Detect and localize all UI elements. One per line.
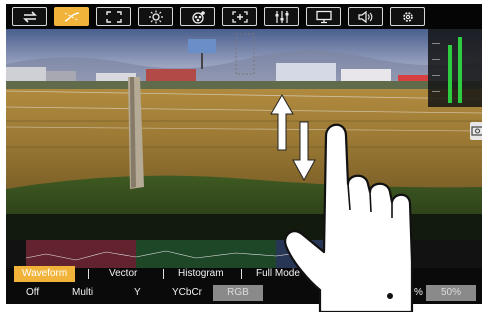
color-palette-button[interactable] [180, 7, 215, 26]
swap-arrows-icon [22, 10, 37, 23]
gear-button[interactable] [390, 7, 425, 26]
waveform-tab[interactable]: Waveform [14, 266, 76, 282]
off-option[interactable]: Off [26, 285, 39, 301]
brightness-icon [148, 10, 163, 23]
ycbcr-option[interactable]: YCbCr [172, 285, 202, 301]
up-down-arrow-icon [270, 94, 316, 182]
sliders-icon [275, 10, 288, 23]
focus-plus-icon [231, 10, 248, 23]
camera-capture-button[interactable] [470, 122, 482, 140]
swap-arrows-button[interactable] [12, 7, 47, 26]
gear-icon [402, 11, 413, 22]
vector-tab[interactable]: Vector [109, 266, 137, 282]
expand-button[interactable] [96, 7, 131, 26]
monitor-button[interactable] [306, 7, 341, 26]
sliders-button[interactable] [264, 7, 299, 26]
divider [241, 269, 242, 279]
top-toolbar [6, 4, 482, 29]
y-option[interactable]: Y [134, 285, 141, 301]
speaker-icon [357, 10, 372, 23]
swipe-gesture-hand-icon [270, 94, 414, 312]
focus-plus-button[interactable] [222, 7, 257, 26]
rgb-option[interactable]: RGB [213, 285, 263, 301]
speaker-button[interactable] [348, 7, 383, 26]
divider [163, 269, 164, 279]
multi-option[interactable]: Multi [72, 285, 93, 301]
audio-level-meter [428, 29, 482, 107]
brightness-button[interactable] [138, 7, 173, 26]
camera-icon [471, 126, 482, 136]
color-palette-icon [191, 10, 205, 24]
divider [88, 269, 89, 279]
monitor-icon [315, 10, 332, 23]
level-value-box[interactable]: 50% [426, 285, 476, 301]
expand-icon [105, 10, 122, 23]
histogram-tab[interactable]: Histogram [178, 266, 224, 282]
curve-icon [64, 11, 79, 22]
curve-button[interactable] [54, 7, 89, 26]
